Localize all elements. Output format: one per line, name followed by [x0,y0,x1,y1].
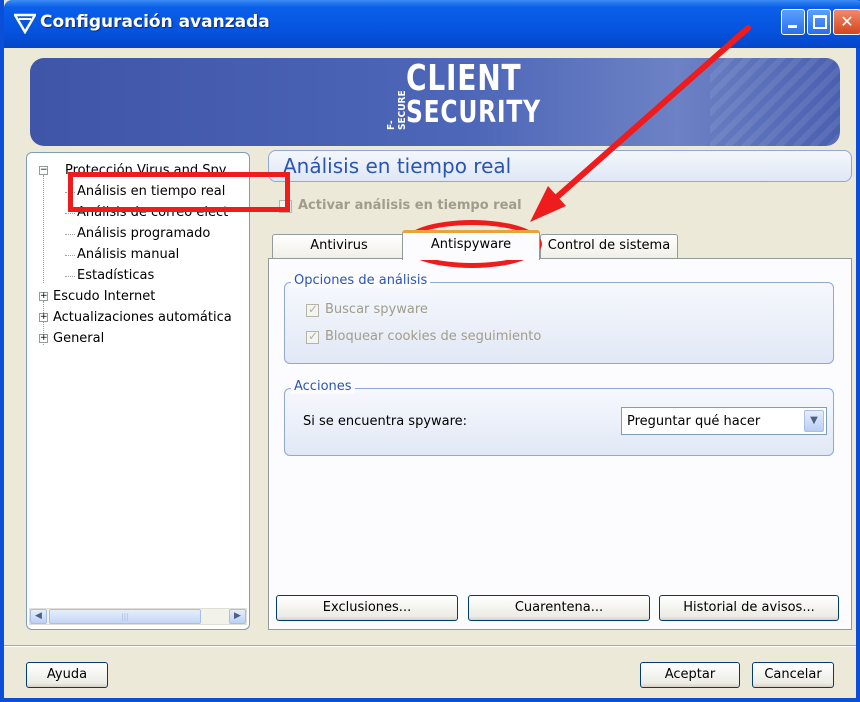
search-spyware-label: Buscar spyware [325,302,428,317]
brand-line-2: SECURITY [406,95,541,130]
tree-item-label: Análisis manual [77,247,180,262]
tree-item-label: Escudo Internet [53,289,156,304]
navigation-tree[interactable]: − Protección Virus and Spy Análisis en t… [26,152,250,630]
close-icon: ✕ [840,12,854,31]
scroll-thumb[interactable]: ||| [49,609,201,624]
quarantine-button[interactable]: Cuarentena... [468,595,650,621]
close-button[interactable]: ✕ [833,9,860,35]
analysis-options-title: Opciones de análisis [291,273,431,288]
accept-button[interactable]: Aceptar [640,662,740,688]
tree-item-estadisticas[interactable]: Estadísticas [31,266,247,287]
tree-item-analisis-programado[interactable]: Análisis programado [31,224,247,245]
block-cookies-checkbox[interactable] [306,329,319,344]
product-banner: F-SECURE CLIENT SECURITY [30,58,840,146]
spyware-action-value: Preguntar qué hacer [627,414,761,429]
tab-control-de-sistema[interactable]: Control de sistema [540,234,678,258]
maximize-icon [813,15,827,29]
section-title: Análisis en tiempo real [283,154,512,178]
brand-vendor: F-SECURE [386,90,408,130]
tree-item-label: Estadísticas [77,268,155,283]
help-button[interactable]: Ayuda [26,662,108,688]
section-header: Análisis en tiempo real [268,150,852,182]
spyware-found-label: Si se encuentra spyware: [303,414,468,429]
spyware-action-select[interactable]: Preguntar qué hacer ▼ [621,407,827,435]
banner-decoration [710,58,840,146]
actions-title: Acciones [291,379,355,394]
tree-item-label: Actualizaciones automática [53,310,232,325]
minimize-icon [788,25,797,28]
tree-item-label: General [53,331,105,346]
maximize-button[interactable] [807,9,831,35]
cancel-button[interactable]: Cancelar [752,662,834,688]
tree-item-general[interactable]: + General [31,329,247,350]
annotation-highlight-rectangle [68,172,290,212]
window-title: Configuración avanzada [40,12,270,32]
tab-strip: Antivirus Control de sistema Antispyware [268,230,852,260]
alert-history-button[interactable]: Historial de avisos... [659,595,839,621]
enable-realtime-label: Activar análisis en tiempo real [298,198,522,213]
chevron-down-icon[interactable]: ▼ [804,410,824,432]
tab-antivirus[interactable]: Antivirus [272,234,406,258]
scroll-right-icon[interactable]: ▶ [229,609,246,624]
exclusions-button[interactable]: Exclusiones... [276,595,458,621]
horizontal-scrollbar[interactable]: ◀ ||| ▶ [29,608,247,625]
fsecure-logo-icon [14,13,36,34]
tree-item-actualizaciones[interactable]: + Actualizaciones automática [31,308,247,329]
analysis-options-group: Opciones de análisis [284,273,834,364]
expand-icon[interactable]: + [39,292,48,301]
expand-icon[interactable]: + [39,313,48,322]
title-bar[interactable]: Configuración avanzada ✕ [4,0,860,48]
footer-separator [4,645,856,647]
minimize-button[interactable] [781,9,805,35]
block-cookies-label: Bloquear cookies de seguimiento [325,329,542,344]
tab-antispyware[interactable]: Antispyware [402,230,540,260]
collapse-icon[interactable]: − [39,166,48,175]
tree-item-analisis-manual[interactable]: Análisis manual [31,245,247,266]
brand-line-1: CLIENT [406,58,522,99]
tree-item-escudo-internet[interactable]: + Escudo Internet [31,287,247,308]
search-spyware-checkbox[interactable] [306,302,319,317]
expand-icon[interactable]: + [39,334,48,343]
tree-item-label: Análisis programado [77,226,211,241]
scroll-left-icon[interactable]: ◀ [30,609,47,624]
